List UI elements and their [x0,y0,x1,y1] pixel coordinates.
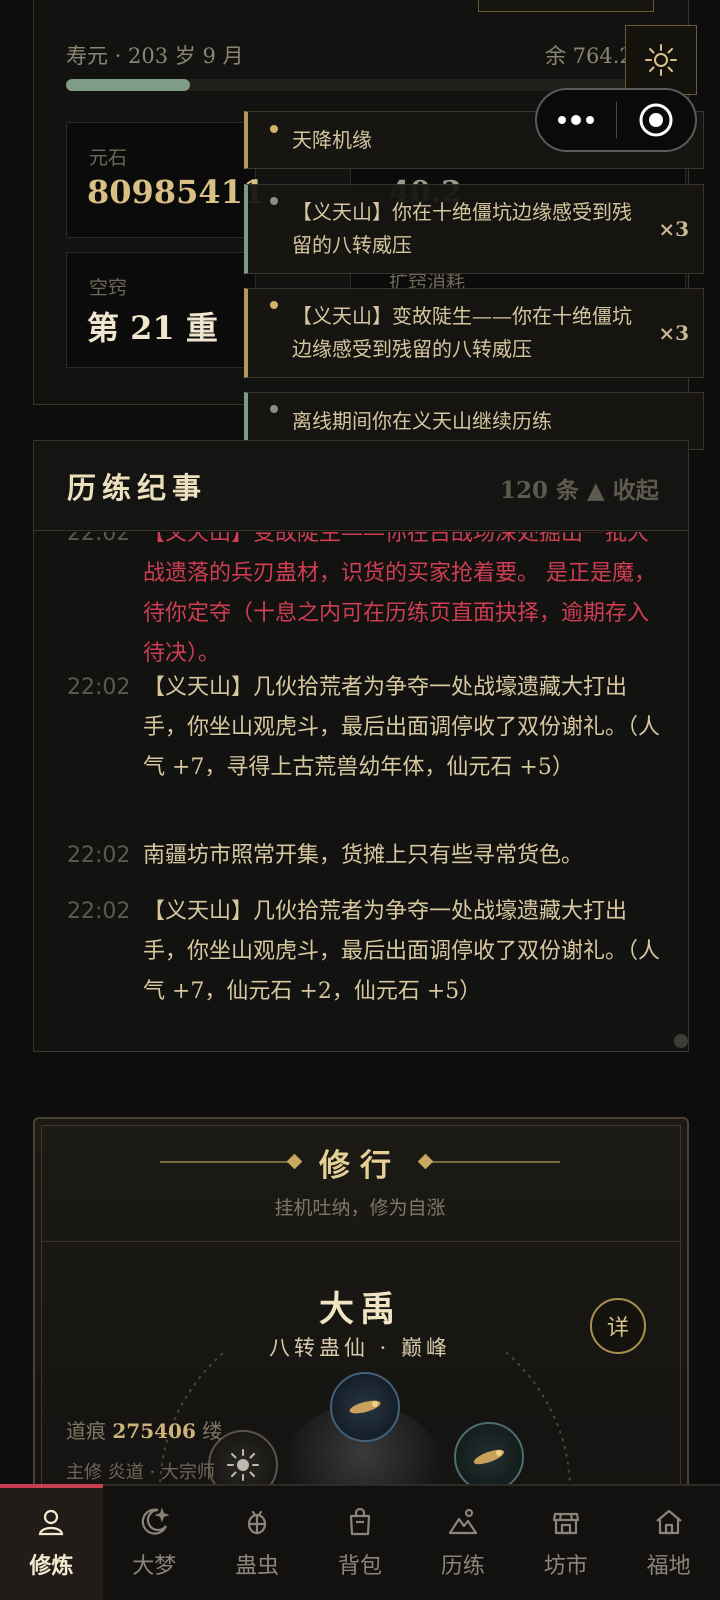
mountain-icon [448,1508,477,1535]
log-header: 历练纪事 120 条 ▲ 收起 [34,441,688,531]
notification-item[interactable]: 【义天山】变故陡生——你在十绝僵坑边缘感受到残留的八转威压 ×3 [244,288,704,378]
kongqiao-card: 空窍 第 21 重 [66,252,256,368]
cultivation-divider [41,1241,681,1242]
notification-item[interactable]: 【义天山】你在十绝僵坑边缘感受到残留的八转威压 ×3 [244,184,704,274]
dao-marks: 道痕 275406 缕 [66,1415,222,1444]
home-icon [655,1509,682,1535]
bottom-nav: 修炼 大梦 蛊虫 背包 历练 坊市 福地 [0,1484,720,1600]
detail-button[interactable]: 详 [590,1298,646,1354]
log-time: 22:02 [67,899,131,924]
log-text: 【义天山】几伙拾荒者为争夺一处战壕遗藏大打出手，你坐山观虎斗，最后出面调停收了双… [143,899,661,1004]
gu-worm-slot[interactable] [330,1372,400,1442]
gu-worm-icon [473,1449,505,1465]
nav-tab-blessed-land[interactable]: 福地 [617,1486,720,1600]
moon-icon [142,1507,170,1535]
kongqiao-label: 空窍 [89,277,128,299]
notification-multiplier: ×3 [658,321,689,345]
sun-icon [227,1449,259,1481]
dao-value: 275406 [112,1419,196,1443]
lifespan-label: 寿元 · 203 岁 9 月 [66,44,244,68]
log-entry: 22:02 【义天山】几伙拾荒者为争夺一处战壕遗藏大打出手，你坐山观虎斗，最后出… [67,668,667,788]
log-time: 22:02 [67,843,131,868]
nav-label: 背包 [338,1554,383,1579]
miniprogram-capsule [535,88,697,152]
log-text: 【义天山】几伙拾荒者为争夺一处战壕遗藏大打出手，你坐山观虎斗，最后出面调停收了双… [143,675,661,780]
nav-tab-adventure[interactable]: 历练 [411,1486,514,1600]
gu-worm-icon [349,1400,381,1414]
notification-text: 离线期间你在义天山继续历练 [292,408,552,433]
nav-tab-market[interactable]: 坊市 [514,1486,617,1600]
target-close-icon [639,103,673,137]
nav-tab-bag[interactable]: 背包 [309,1486,412,1600]
yuanshi-card: 元石 80985411 [66,122,265,238]
notification-text: 【义天山】变故陡生——你在十绝僵坑边缘感受到残留的八转威压 [292,304,632,361]
more-button[interactable] [537,90,616,150]
bag-icon [349,1507,371,1536]
nav-label: 大梦 [132,1554,177,1579]
cultivation-title: 修行 [319,1148,401,1184]
nav-tab-cultivate[interactable]: 修炼 [0,1484,103,1600]
notification-multiplier: ×3 [658,217,689,241]
more-dots-icon [558,115,595,125]
log-panel: 历练纪事 120 条 ▲ 收起 22:02 【义天山】变故陡生——你在古战场深处… [33,440,689,1052]
log-time: 22:02 [67,532,131,546]
person-icon [39,1509,64,1536]
main-path: 主修 炎道 · 大宗师 [66,1462,215,1483]
log-entry: 22:02 【义天山】几伙拾荒者为争夺一处战壕遗藏大打出手，你坐山观虎斗，最后出… [67,892,667,1012]
settings-button[interactable] [625,25,697,95]
shop-icon [552,1512,579,1535]
scroll-indicator[interactable] [674,1034,688,1048]
notification-text: 【义天山】你在十绝僵坑边缘感受到残留的八转威压 [292,200,632,257]
notification-dot [270,125,278,133]
top-tab[interactable] [478,0,654,12]
log-collapse-toggle[interactable]: 120 条 ▲ 收起 [500,471,659,505]
notification-dot [270,197,278,205]
nav-label: 福地 [646,1554,691,1579]
lifespan-remaining: 余 764.2 [545,44,633,68]
dao-label: 道痕 [66,1419,106,1443]
log-list[interactable]: 22:02 【义天山】变故陡生——你在古战场深处掘出一批大战遗落的兵刃蛊材，识货… [34,532,688,1051]
gu-worm-slot[interactable] [454,1422,524,1492]
log-title: 历练纪事 [67,471,208,505]
nav-label: 蛊虫 [235,1554,280,1579]
nav-label: 修炼 [29,1553,74,1579]
dao-unit: 缕 [202,1419,223,1443]
lifespan-bar-fill [66,79,190,91]
nav-label: 历练 [440,1554,485,1579]
yuanshi-value: 80985411 [87,173,266,211]
bug-icon [248,1510,267,1535]
log-text: 【义天山】变故陡生——你在古战场深处掘出一批大战遗落的兵刃蛊材，识货的买家抢着要… [143,532,656,666]
log-text: 南疆坊市照常开集，货摊上只有些寻常货色。 [143,843,584,868]
nav-label: 坊市 [543,1554,588,1579]
nav-tab-gu[interactable]: 蛊虫 [206,1486,309,1600]
log-entry: 22:02 【义天山】变故陡生——你在古战场深处掘出一批大战遗落的兵刃蛊材，识货… [67,532,667,674]
close-miniprogram-button[interactable] [617,90,696,150]
log-time: 22:02 [67,675,131,700]
notification-dot [270,301,278,309]
cultivation-subtitle: 挂机吐纳，修为自涨 [274,1197,446,1219]
notification-dot [270,405,278,413]
yuanshi-label: 元石 [89,147,128,169]
kongqiao-value: 第 21 重 [87,309,218,347]
nav-tab-dream[interactable]: 大梦 [103,1486,206,1600]
sun-gear-icon [645,44,677,76]
log-entry: 22:02 南疆坊市照常开集，货摊上只有些寻常货色。 [67,836,667,876]
